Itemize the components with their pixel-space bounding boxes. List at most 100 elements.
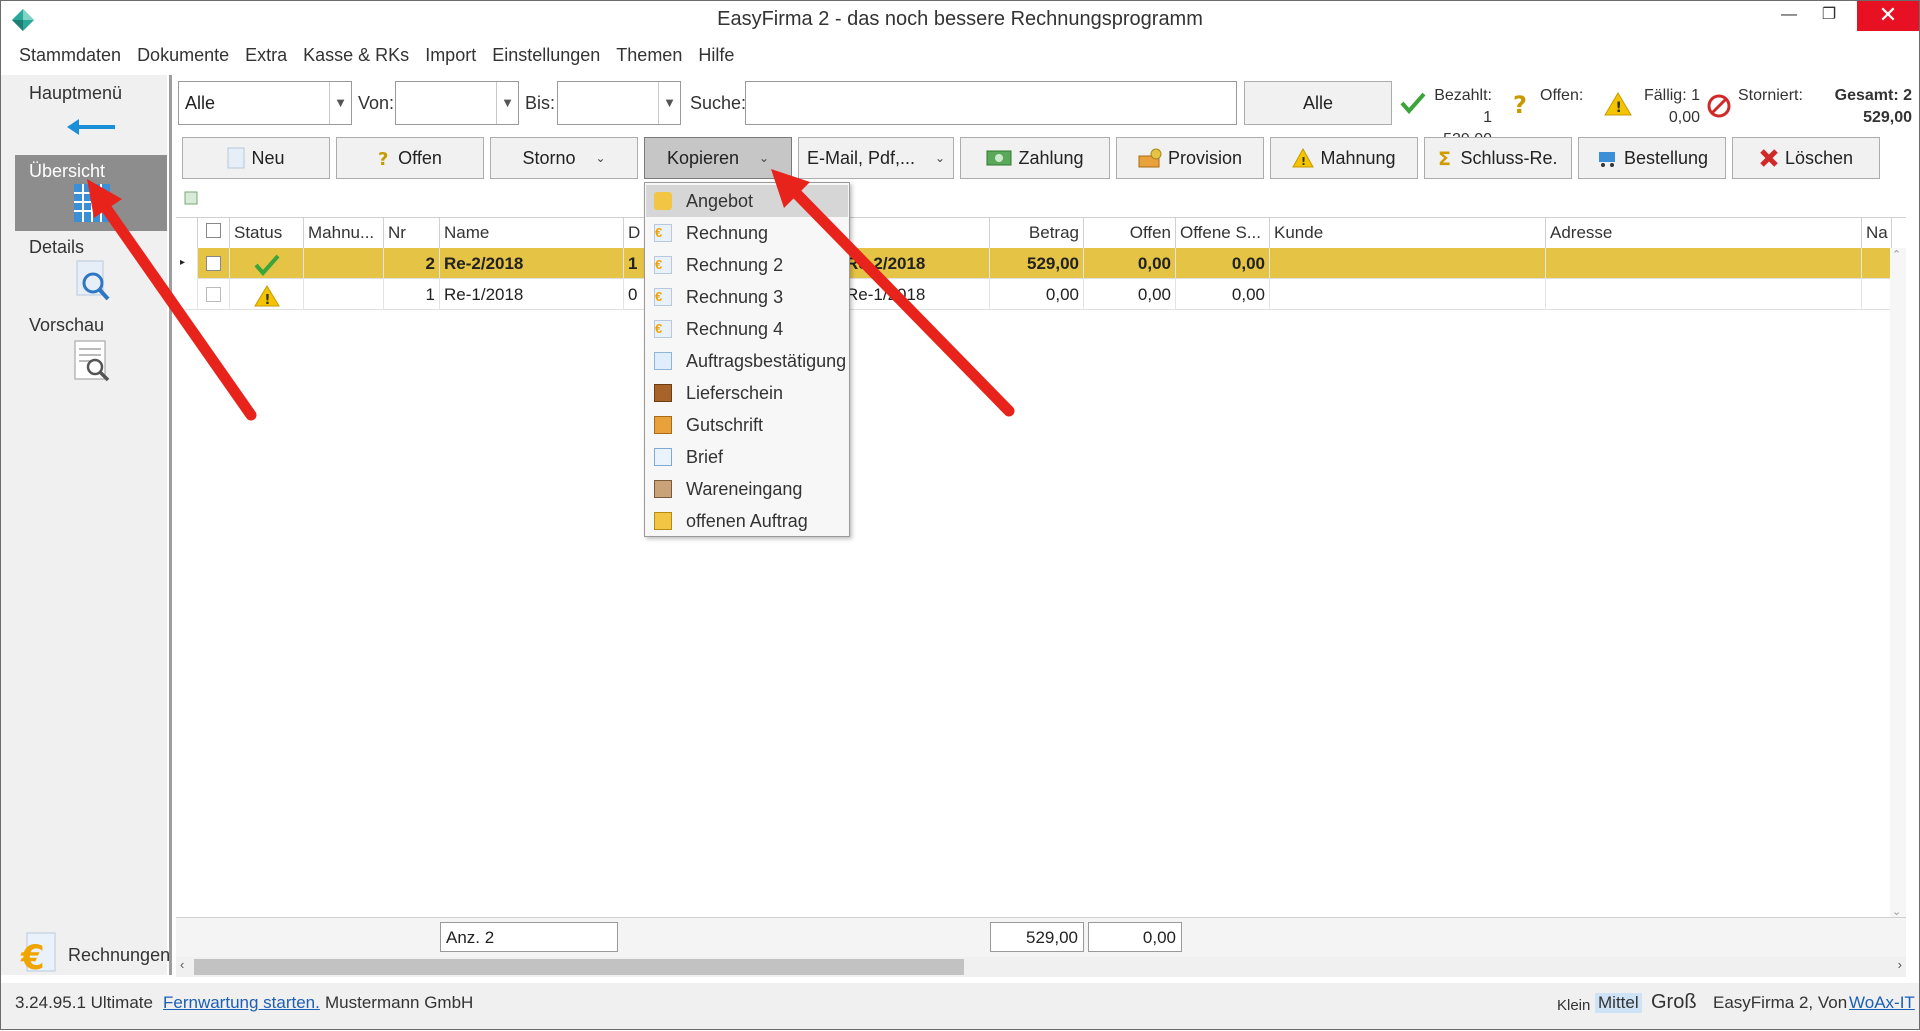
horizontal-scrollbar[interactable]: ‹ › [176,957,1906,977]
menu-stammdaten[interactable]: Stammdaten [11,43,129,71]
credit-link[interactable]: WoAx-IT [1849,993,1915,1013]
menu-kasse[interactable]: Kasse & RKs [295,43,417,71]
maximize-button[interactable]: ❐ [1809,1,1849,31]
status-bar: 3.24.95.1 Ultimate Fernwartung starten. … [1,983,1919,1029]
copy-menu-label: Auftragsbestätigung [686,350,847,371]
copy-menu-label: offenen Auftrag [686,510,808,531]
commission-button[interactable]: Provision [1116,137,1264,179]
copy-button-label: Kopieren [666,147,739,168]
copy-menu-rechnung[interactable]: € Rechnung [646,217,848,249]
open-label: Offen: [1540,87,1584,104]
table-row[interactable]: ▸ 2 Re-2/2018 1 Re-2/2018 529,00 0,00 0,… [176,248,1892,279]
table-row[interactable]: ! 1 Re-1/2018 0 Re-1/2018 0,00 0,00 0,00 [176,279,1892,310]
offen-cell: 0,00 [1084,279,1176,310]
copy-menu-rechnung-2[interactable]: € Rechnung 2 [646,249,848,281]
nr-cell: 1 [384,279,440,310]
module-label: Rechnungen [68,945,171,965]
size-small-option[interactable]: Klein [1557,997,1590,1014]
svg-text:?: ? [378,149,388,169]
svg-text:!: ! [1301,155,1306,168]
minimize-button[interactable]: — [1769,1,1809,31]
from-label: Von: [358,93,395,113]
row-checkbox[interactable] [206,256,221,271]
open-button[interactable]: ? Offen [336,137,484,179]
chevron-down-icon: ▼ [329,82,351,124]
select-all-checkbox[interactable] [206,223,221,238]
order-button[interactable]: Bestellung [1578,137,1726,179]
email-pdf-button[interactable]: E-Mail, Pdf,... ⌄ [798,137,954,179]
document-type-select[interactable]: Alle ▼ [178,81,352,125]
payment-button[interactable]: Zahlung [960,137,1110,179]
column-header-kunde[interactable]: Kunde [1270,218,1546,248]
copy-menu-rechnung-3[interactable]: € Rechnung 3 [646,281,848,313]
offen-cell: 0,00 [1084,248,1176,279]
copy-menu-label: Rechnung 2 [686,254,784,275]
remote-support-link[interactable]: Fernwartung starten. [163,993,320,1013]
column-header-offene-s[interactable]: Offene S... [1176,218,1270,248]
copy-dropdown-menu: Angebot € Rechnung € Rechnung 2 € Rechnu… [644,182,850,537]
offer-icon [654,192,672,210]
to-label: Bis: [525,93,556,113]
menu-hilfe[interactable]: Hilfe [690,43,742,71]
to-date-field[interactable]: ▼ [557,81,681,125]
scroll-right-icon[interactable]: › [1898,957,1902,972]
size-large-option[interactable]: Groß [1651,991,1697,1014]
column-header-name[interactable]: Name [440,218,624,248]
column-header-offen[interactable]: Offen [1084,218,1176,248]
copy-menu-offener-auftrag[interactable]: offenen Auftrag [646,505,848,537]
copy-button[interactable]: Kopieren ⌄ [644,137,792,179]
goods-receipt-icon [654,480,672,498]
svg-text:€: € [20,938,45,975]
copy-menu-lieferschein[interactable]: Lieferschein [646,377,848,409]
filter-icon[interactable] [184,191,198,205]
column-header-betrag[interactable]: Betrag [990,218,1084,248]
storno-button[interactable]: Storno ⌄ [490,137,638,179]
copy-menu-rechnung-4[interactable]: € Rechnung 4 [646,313,848,345]
copy-menu-brief[interactable]: Brief [646,441,848,473]
column-header-nr[interactable]: Nr [384,218,440,248]
scroll-up-icon[interactable]: ⌃ [1892,248,1901,261]
menu-einstellungen[interactable]: Einstellungen [484,43,608,71]
column-header-reminder[interactable]: Mahnu... [304,218,384,248]
menu-import[interactable]: Import [417,43,484,71]
sidebar-item-uebersicht[interactable]: Übersicht [15,155,167,231]
column-header-reference[interactable] [842,218,990,248]
credit-note-icon [654,416,672,434]
vertical-scrollbar[interactable]: ⌃ ⌄ [1890,248,1906,918]
copy-menu-angebot[interactable]: Angebot [646,185,848,217]
delete-button[interactable]: Löschen [1732,137,1880,179]
column-header-adresse[interactable]: Adresse [1546,218,1862,248]
copy-menu-gutschrift[interactable]: Gutschrift [646,409,848,441]
sidebar-main-menu[interactable]: Hauptmenü [1,75,167,145]
row-checkbox[interactable] [206,287,221,302]
copy-menu-auftragsbestaetigung[interactable]: Auftragsbestätigung [646,345,848,377]
new-button[interactable]: Neu [182,137,330,179]
column-header-na[interactable]: Na [1862,218,1892,248]
version-label: 3.24.95.1 Ultimate [15,993,153,1012]
due-stat: Fällig: 1 0,00 [1638,85,1700,129]
table-grid-icon [74,184,110,222]
status-cell: ! [230,279,304,310]
chevron-down-icon: ⌄ [934,151,946,165]
column-header-status[interactable]: Status [230,218,304,248]
from-date-field[interactable]: ▼ [395,81,519,125]
close-button[interactable]: ✕ [1857,1,1919,31]
show-all-button[interactable]: Alle [1244,81,1392,125]
menu-extra[interactable]: Extra [237,43,295,71]
menu-themen[interactable]: Themen [608,43,690,71]
search-input[interactable] [745,81,1237,125]
document-type-value: Alle [185,93,216,113]
scroll-thumb[interactable] [194,959,964,975]
scroll-left-icon[interactable]: ‹ [180,957,184,972]
final-invoice-button[interactable]: Σ Schluss-Re. [1424,137,1572,179]
storno-button-label: Storno [522,147,576,168]
sidebar-item-details[interactable]: Details [1,235,167,311]
kunde-cell [1270,248,1546,279]
menu-dokumente[interactable]: Dokumente [129,43,237,71]
copy-menu-wareneingang[interactable]: Wareneingang [646,473,848,505]
size-medium-option[interactable]: Mittel [1595,993,1642,1013]
reminder-button[interactable]: ! Mahnung [1270,137,1418,179]
name-cell: Re-2/2018 [440,248,624,279]
copy-menu-label: Rechnung [686,222,769,243]
sidebar-item-vorschau[interactable]: Vorschau [1,311,167,391]
